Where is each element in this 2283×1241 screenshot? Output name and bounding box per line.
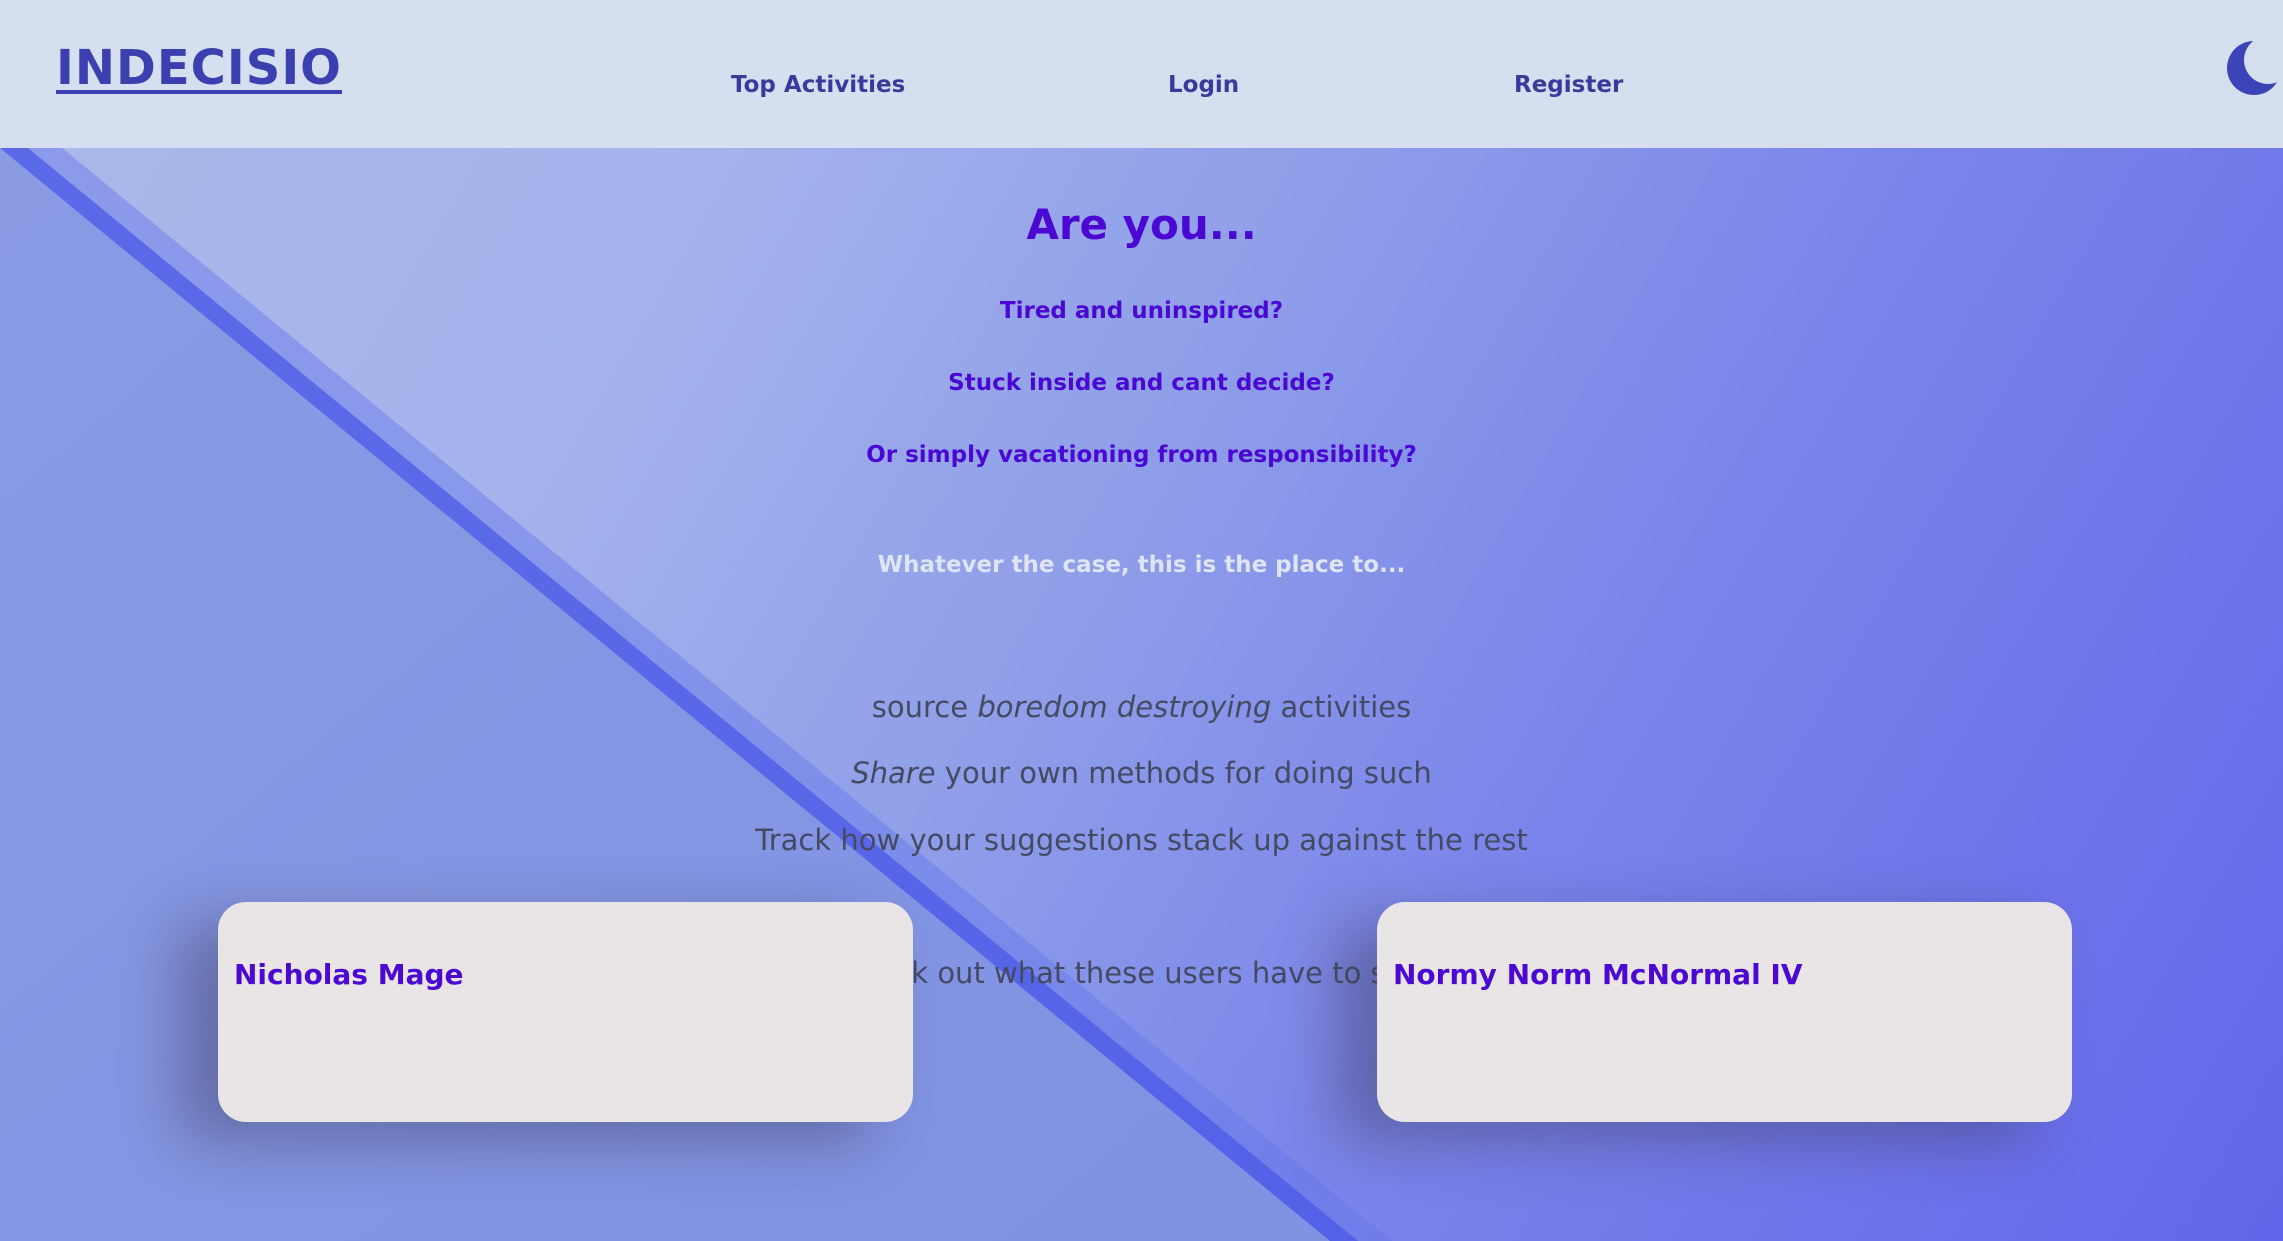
nav-top-activities[interactable]: Top Activities — [731, 72, 905, 98]
testimonial-card: Nicholas Mage — [218, 902, 913, 1122]
feature-track: Track how your suggestions stack up agai… — [755, 823, 1528, 857]
hero-title: Are you... — [1026, 200, 1257, 249]
moon-icon[interactable] — [2226, 40, 2282, 96]
feature-share: Share your own methods for doing such — [0, 756, 2283, 790]
testimonial-author: Nicholas Mage — [234, 958, 464, 991]
testimonial-author: Normy Norm McNormal IV — [1393, 958, 1803, 991]
hero-question-3: Or simply vacationing from responsibilit… — [866, 442, 1417, 468]
feature-share-emphasis: Share — [851, 756, 936, 790]
site-logo[interactable]: INDECISIO — [56, 40, 342, 96]
feature-source-pre: source — [871, 690, 978, 724]
feature-source-emphasis: boredom destroying — [977, 690, 1272, 724]
testimonial-card: Normy Norm McNormal IV — [1377, 902, 2072, 1122]
hero-lead: Whatever the case, this is the place to.… — [877, 552, 1406, 578]
feature-source-post: activities — [1271, 690, 1412, 724]
nav-register[interactable]: Register — [1514, 72, 1623, 98]
feature-source: source boredom destroying activities — [0, 690, 2283, 724]
hero-question-2: Stuck inside and cant decide? — [948, 370, 1335, 396]
top-navbar: INDECISIO Top Activities Login Register — [0, 0, 2283, 148]
hero-question-1: Tired and uninspired? — [999, 298, 1284, 324]
nav-login[interactable]: Login — [1168, 72, 1239, 98]
feature-share-post: your own methods for doing such — [935, 756, 1432, 790]
